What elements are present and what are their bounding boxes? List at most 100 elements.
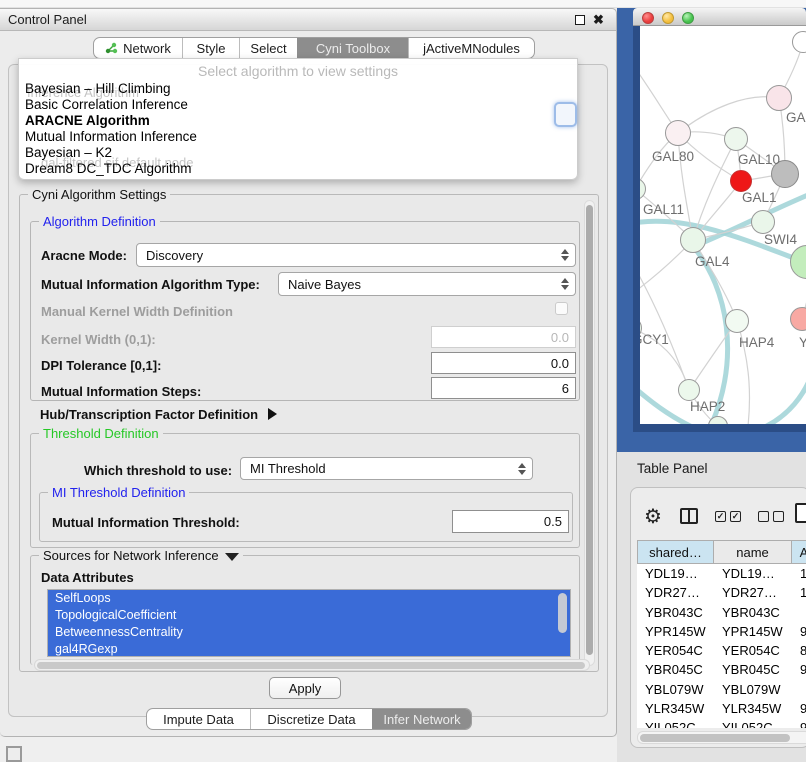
tab-network[interactable]: Network <box>94 38 182 58</box>
deselect-checkbox-icon[interactable] <box>758 511 769 522</box>
mi-algorithm-type-value: Naive Bayes <box>288 277 361 292</box>
tab-select[interactable]: Select <box>239 38 297 58</box>
table-row[interactable]: YER054C YER054C 8. <box>637 641 806 660</box>
cell-name: YLR345W <box>714 699 792 718</box>
threshold-definition-title: Threshold Definition <box>39 426 163 441</box>
control-panel-window: Control Panel ✖ Network Style Select Cyn… <box>0 8 617 737</box>
zoom-traffic-light-icon[interactable] <box>682 12 694 24</box>
mi-algorithm-type-combo[interactable]: Naive Bayes <box>278 272 576 296</box>
float-window-icon[interactable] <box>575 15 585 25</box>
settings-vertical-scrollbar[interactable] <box>584 200 595 666</box>
tab-impute-data[interactable]: Impute Data <box>147 709 250 729</box>
tab-discretize-data[interactable]: Discretize Data <box>250 709 372 729</box>
which-threshold-combo[interactable]: MI Threshold <box>240 457 533 480</box>
table-horizontal-scrollbar[interactable] <box>637 731 806 744</box>
manual-kernel-width-checkbox[interactable] <box>555 302 568 315</box>
network-node[interactable] <box>766 85 792 111</box>
close-icon[interactable]: ✖ <box>593 12 604 28</box>
algorithm-option-selected[interactable]: ARACNE Algorithm <box>25 113 150 129</box>
cell-value <box>792 680 806 699</box>
tab-cyni-toolbox[interactable]: Cyni Toolbox <box>297 38 408 58</box>
network-node[interactable] <box>725 309 749 333</box>
tab-jactivemnodules[interactable]: jActiveMNodules <box>408 38 534 58</box>
tab-style-label: Style <box>197 41 226 56</box>
table-horizontal-scrollbar-thumb[interactable] <box>640 734 790 742</box>
data-attribute-item[interactable]: SelfLoops <box>48 590 570 607</box>
network-node-label: HAP4 <box>739 335 774 350</box>
algorithm-option[interactable]: Bayesian – K2 <box>25 145 112 161</box>
network-node-label: GAL11 <box>643 202 684 217</box>
attributes-list-scrollbar-thumb[interactable] <box>558 593 567 633</box>
settings-horizontal-scrollbar[interactable] <box>34 659 590 671</box>
table-row[interactable]: YBL079W YBL079W <box>637 680 806 699</box>
expand-right-icon[interactable] <box>268 408 277 420</box>
settings-vertical-scrollbar-thumb[interactable] <box>586 205 593 655</box>
table-row[interactable]: YBR045C YBR045C 9. <box>637 660 806 679</box>
column-header-name[interactable]: name <box>714 540 792 564</box>
control-panel-titlebar[interactable]: Control Panel ✖ <box>0 9 616 31</box>
network-node[interactable] <box>751 210 775 234</box>
algorithm-option[interactable]: Dream8 DC_TDC Algorithm <box>25 161 192 177</box>
network-node-label: GAL4 <box>695 254 730 269</box>
table-row[interactable]: YPR145W YPR145W 9. <box>637 622 806 641</box>
network-node[interactable] <box>678 379 700 401</box>
apply-button[interactable]: Apply <box>269 677 341 699</box>
table-row[interactable]: YLR345W YLR345W 9. <box>637 699 806 718</box>
table-body[interactable]: YDL19… YDL19… 13 YDR27… YDR27… 12 YBR043… <box>637 564 806 728</box>
data-attribute-item[interactable]: TopologicalCoefficient <box>48 607 570 624</box>
gear-icon[interactable]: ⚙ <box>644 504 662 529</box>
background-focused-combo-stub <box>554 102 577 127</box>
network-canvas[interactable]: GALGAL80GAL10GAL1GAL11SWI4GAL4HAP4YGCY1H… <box>640 26 806 424</box>
data-attribute-item[interactable]: BetweennessCentrality <box>48 624 570 641</box>
mi-threshold-field[interactable]: 0.5 <box>452 510 569 533</box>
network-node[interactable] <box>680 227 706 253</box>
data-attributes-list[interactable]: SelfLoops TopologicalCoefficient Between… <box>47 589 571 657</box>
dpi-tolerance-field[interactable]: 0.0 <box>431 352 576 374</box>
table-panel-title: Table Panel <box>637 461 708 476</box>
table-row[interactable]: YBR043C YBR043C <box>637 603 806 622</box>
cell-shared-name: YBR045C <box>637 660 714 679</box>
panel-corner-icon[interactable] <box>6 746 22 762</box>
column-header-clipped[interactable]: A <box>792 540 806 564</box>
mi-steps-field[interactable]: 6 <box>431 377 576 399</box>
network-node[interactable] <box>665 120 691 146</box>
aracne-mode-combo[interactable]: Discovery <box>136 243 576 267</box>
kernel-width-field[interactable]: 0.0 <box>431 326 576 348</box>
algorithm-option[interactable]: Basic Correlation Inference <box>25 97 188 113</box>
collapse-down-icon[interactable] <box>225 553 239 561</box>
network-node[interactable] <box>730 170 752 192</box>
close-traffic-light-icon[interactable] <box>642 12 654 24</box>
sources-title-row[interactable]: Sources for Network Inference <box>39 548 243 563</box>
cell-name: YBL079W <box>714 680 792 699</box>
network-node[interactable] <box>724 127 748 151</box>
deselect-checkbox-icon[interactable] <box>773 511 784 522</box>
document-icon[interactable] <box>795 503 806 523</box>
algorithm-option[interactable]: Bayesian – Hill Climbing <box>25 81 171 97</box>
top-tab-bar: Network Style Select Cyni Toolbox jActiv… <box>93 37 535 59</box>
table-row[interactable]: YDR27… YDR27… 12 <box>637 583 806 602</box>
cyni-settings-title: Cyni Algorithm Settings <box>28 187 170 202</box>
network-view-window: GALGAL80GAL10GAL1GAL11SWI4GAL4HAP4YGCY1H… <box>633 8 806 432</box>
algorithm-option[interactable]: Mutual Information Inference <box>25 129 197 145</box>
tab-infer-network[interactable]: Infer Network <box>372 709 471 729</box>
data-attribute-item[interactable]: gal4RGexp <box>48 641 570 657</box>
minimize-traffic-light-icon[interactable] <box>662 12 674 24</box>
table-row[interactable]: YDL19… YDL19… 13 <box>637 564 806 583</box>
cell-shared-name: YBR043C <box>637 603 714 622</box>
tab-style[interactable]: Style <box>182 38 239 58</box>
tab-infer-network-label: Infer Network <box>383 712 460 727</box>
cell-name: YDR27… <box>714 583 792 602</box>
columns-icon[interactable] <box>680 508 698 524</box>
network-node-label: SWI4 <box>764 232 797 247</box>
settings-horizontal-scrollbar-thumb[interactable] <box>37 662 585 669</box>
select-all-checkbox-icon[interactable]: ✓ <box>715 511 726 522</box>
select-all-checkbox-icon[interactable]: ✓ <box>730 511 741 522</box>
hub-definition-toggle[interactable]: Hub/Transcription Factor Definition <box>40 407 277 422</box>
table-row[interactable]: YIL052C YIL052C 9. <box>637 718 806 728</box>
dpi-tolerance-label: DPI Tolerance [0,1]: <box>41 358 161 373</box>
cell-name: YBR045C <box>714 660 792 679</box>
column-header-shared-name[interactable]: shared… <box>637 540 714 564</box>
cell-name: YER054C <box>714 641 792 660</box>
network-window-titlebar[interactable] <box>633 8 806 26</box>
cell-shared-name: YIL052C <box>637 718 714 728</box>
